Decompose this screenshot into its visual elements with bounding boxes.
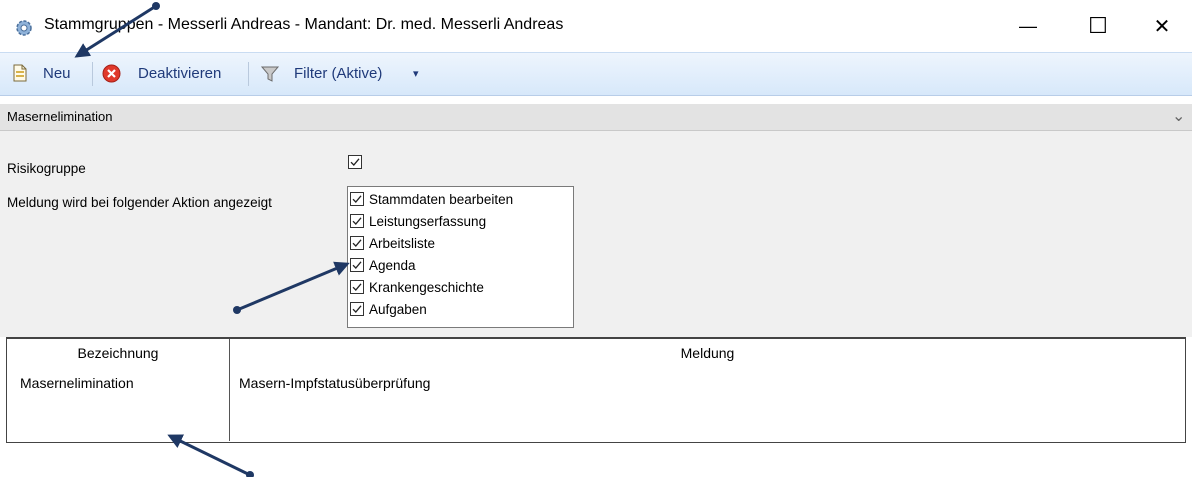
gear-icon [14, 18, 34, 38]
checkmark-icon [352, 195, 362, 203]
maximize-icon: ☐ [1088, 13, 1108, 38]
chevron-down-icon[interactable]: ⌄ [1172, 106, 1185, 126]
deactivate-icon [102, 64, 121, 86]
checkmark-icon [352, 283, 362, 291]
checkmark-icon [352, 217, 362, 225]
action-option-arbeitsliste[interactable]: Arbeitsliste [350, 232, 435, 254]
risk-group-label: Risikogruppe [7, 161, 86, 176]
minimize-icon: — [1019, 15, 1037, 36]
groups-table: Bezeichnung Meldung Masernelimination Ma… [6, 337, 1186, 443]
filter-dropdown[interactable]: Filter (Aktive) ▾ [254, 53, 424, 95]
action-checkbox[interactable] [350, 258, 364, 272]
action-checkbox[interactable] [350, 236, 364, 250]
action-checkbox[interactable] [350, 280, 364, 294]
deactivate-button[interactable]: Deaktivieren [96, 53, 240, 95]
action-label: Meldung wird bei folgender Aktion angeze… [7, 195, 272, 210]
action-option-label: Arbeitsliste [369, 235, 436, 251]
checkmark-icon [352, 305, 362, 313]
deactivate-button-label: Deaktivieren [138, 65, 222, 82]
toolbar-separator [92, 62, 93, 86]
risk-group-checkbox[interactable] [348, 155, 362, 169]
checkmark-icon [352, 239, 362, 247]
column-header-bezeichnung[interactable]: Bezeichnung [7, 345, 229, 361]
checkmark-icon [350, 158, 360, 166]
action-option-label: Krankengeschichte [369, 279, 484, 295]
filter-label: Filter (Aktive) [294, 65, 383, 82]
cell-meldung: Masern-Impfstatusüberprüfung [239, 375, 431, 391]
action-option-label: Stammdaten bearbeiten [369, 191, 514, 207]
action-option-aufgaben[interactable]: Aufgaben [350, 298, 427, 320]
section-title: Masernelimination [7, 109, 113, 124]
toolbar-separator [248, 62, 249, 86]
action-checkbox[interactable] [350, 214, 364, 228]
action-option-stammdaten[interactable]: Stammdaten bearbeiten [350, 188, 513, 210]
minimize-button[interactable]: — [1005, 8, 1051, 44]
filter-icon [260, 64, 280, 87]
new-button[interactable]: Neu [0, 53, 92, 95]
new-button-label: Neu [43, 65, 71, 82]
action-checkbox[interactable] [350, 192, 364, 206]
action-checkbox[interactable] [350, 302, 364, 316]
cell-bezeichnung: Masernelimination [20, 375, 134, 391]
title-bar: Stammgruppen - Messerli Andreas - Mandan… [0, 0, 1192, 52]
action-option-label: Aufgaben [369, 301, 427, 317]
table-row[interactable]: Masernelimination Masern-Impfstatusüberp… [7, 369, 1183, 395]
chevron-down-icon: ▾ [413, 68, 419, 80]
column-header-meldung[interactable]: Meldung [230, 345, 1185, 361]
new-document-icon [10, 63, 30, 86]
close-icon: ✕ [1153, 15, 1171, 38]
action-option-leistungserfassung[interactable]: Leistungserfassung [350, 210, 486, 232]
action-option-agenda[interactable]: Agenda [350, 254, 416, 276]
action-option-label: Leistungserfassung [369, 213, 487, 229]
window-title: Stammgruppen - Messerli Andreas - Mandan… [44, 16, 564, 33]
form-panel [0, 131, 1192, 337]
toolbar: Neu Deaktivieren Filter (Aktive) ▾ [0, 52, 1192, 96]
action-checkbox-list: Stammdaten bearbeiten Leistungserfassung… [347, 186, 574, 328]
close-button[interactable]: ✕ [1139, 8, 1185, 44]
checkmark-icon [352, 261, 362, 269]
action-option-label: Agenda [369, 257, 416, 273]
section-header[interactable]: Masernelimination ⌄ [0, 104, 1192, 131]
action-option-krankengeschichte[interactable]: Krankengeschichte [350, 276, 484, 298]
maximize-button[interactable]: ☐ [1075, 8, 1121, 44]
